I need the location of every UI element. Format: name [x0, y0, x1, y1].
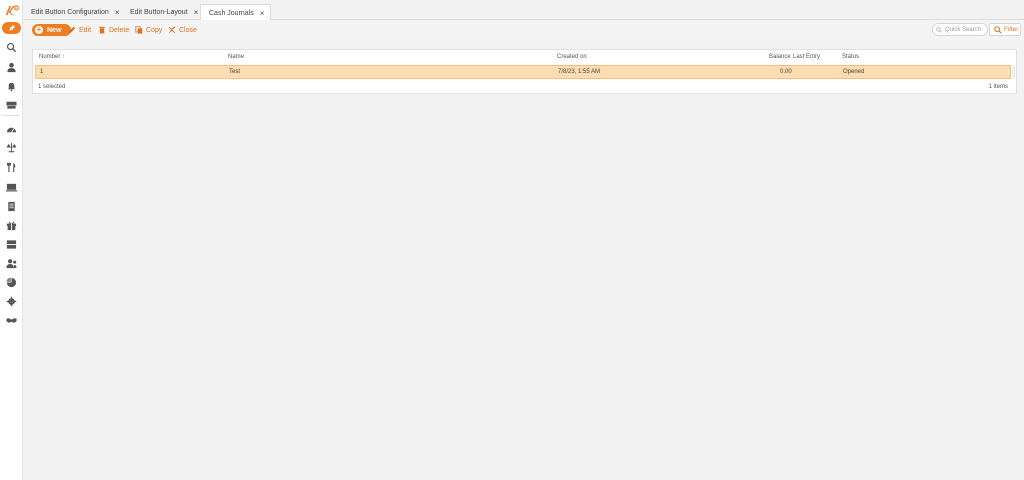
dashboard-icon	[6, 127, 16, 132]
search-placeholder: Quick Search	[945, 26, 982, 33]
items-count: 1 items	[988, 84, 1008, 90]
filter-label: Filter	[1004, 26, 1019, 33]
users-icon	[5, 258, 17, 268]
selection-count: 1 selected	[38, 84, 66, 90]
bell-nav[interactable]	[4, 80, 18, 92]
delete-button[interactable]: Delete	[98, 24, 129, 36]
column-header-balance[interactable]: Balance	[769, 54, 791, 60]
column-header-status[interactable]: Status	[842, 54, 859, 60]
document-nav[interactable]	[4, 200, 18, 212]
person-icon	[6, 62, 16, 72]
column-header-name[interactable]: Name	[228, 54, 244, 60]
reports-nav[interactable]	[4, 276, 18, 288]
cash-register-icon	[5, 101, 17, 109]
filter-search-icon	[994, 25, 1002, 34]
filter-button[interactable]: Filter	[989, 23, 1021, 36]
search-nav[interactable]	[4, 41, 18, 53]
restaurant-nav[interactable]	[4, 161, 18, 173]
gift-icon	[6, 221, 16, 230]
column-header-last-entry[interactable]: Last Entry	[793, 54, 820, 60]
fork-knife-icon	[6, 162, 15, 172]
gear-icon	[6, 296, 16, 306]
close-button[interactable]: Close	[168, 24, 197, 36]
bell-icon	[7, 82, 15, 91]
server-icon	[6, 239, 16, 249]
monitor-icon	[5, 183, 17, 191]
partners-nav[interactable]	[4, 314, 18, 326]
edit-button[interactable]: Edit	[68, 24, 91, 36]
vertical-scrollbar[interactable]	[1012, 65, 1015, 79]
edit-label: Edit	[79, 26, 92, 34]
sort-asc-icon: ↑	[62, 54, 66, 60]
server-nav[interactable]	[4, 238, 18, 250]
scale-nav[interactable]	[4, 141, 18, 153]
sidebar-divider	[3, 115, 20, 116]
toolbar: + New Edit Delete Copy Close Quick Searc…	[23, 20, 1024, 40]
tab-edit-button-configuration[interactable]: Edit Button Configuration ×	[23, 4, 126, 20]
sidebar	[0, 0, 23, 480]
delete-label: Delete	[109, 26, 130, 34]
copy-button[interactable]: Copy	[135, 24, 162, 36]
tab-strip: Edit Button Configuration × Edit Button-…	[23, 4, 1024, 21]
close-icon[interactable]: ×	[115, 8, 120, 17]
close-label: Close	[179, 26, 197, 34]
handshake-icon	[5, 317, 17, 323]
cell-number: 1	[40, 69, 44, 75]
users-nav[interactable]	[4, 257, 18, 269]
pin-icon	[8, 24, 15, 32]
cell-balance: 0.00	[780, 69, 792, 75]
close-icon[interactable]: ×	[260, 9, 265, 18]
close-icon[interactable]: ×	[194, 8, 199, 17]
tab-label: Edit Button-Layout	[130, 8, 188, 16]
column-header-created-on[interactable]: Created on	[557, 54, 587, 60]
search-icon	[6, 42, 16, 52]
tab-label: Edit Button Configuration	[31, 8, 109, 16]
tab-label: Cash Journals	[209, 9, 254, 17]
person-nav[interactable]	[4, 61, 18, 73]
copy-icon	[135, 26, 143, 34]
cash-journals-grid: Number ↑ Name Created on Balance Last En…	[32, 49, 1017, 94]
scale-icon	[5, 142, 17, 152]
cell-name: Test	[229, 69, 241, 75]
dashboard-nav[interactable]	[4, 123, 18, 135]
plus-icon: +	[35, 25, 43, 34]
cash-register-nav[interactable]	[4, 98, 18, 110]
quick-search-input[interactable]: Quick Search	[932, 23, 988, 36]
copy-label: Copy	[146, 26, 163, 34]
new-label: New	[47, 26, 62, 34]
document-icon	[7, 201, 15, 211]
monitor-nav[interactable]	[4, 181, 18, 193]
table-row[interactable]: 1 Test 7/8/23, 1:55 AM 0.00 Opened	[35, 65, 1011, 79]
tab-edit-button-layout[interactable]: Edit Button-Layout ×	[122, 4, 204, 20]
tab-cash-journals[interactable]: Cash Journals ×	[200, 4, 272, 21]
app-logo[interactable]	[2, 2, 21, 18]
column-label: Number	[39, 54, 61, 60]
search-icon	[936, 26, 942, 33]
cell-created-on: 7/8/23, 1:55 AM	[558, 69, 601, 75]
pin-button[interactable]	[2, 22, 21, 34]
pencil-icon	[68, 26, 76, 34]
close-icon	[168, 26, 176, 34]
pie-chart-icon	[5, 276, 16, 287]
gift-nav[interactable]	[4, 219, 18, 231]
cell-status: Opened	[843, 69, 865, 75]
new-button[interactable]: + New	[32, 24, 71, 36]
settings-nav[interactable]	[4, 295, 18, 307]
trash-icon	[99, 26, 105, 34]
column-header-number[interactable]: Number ↑	[39, 54, 65, 60]
